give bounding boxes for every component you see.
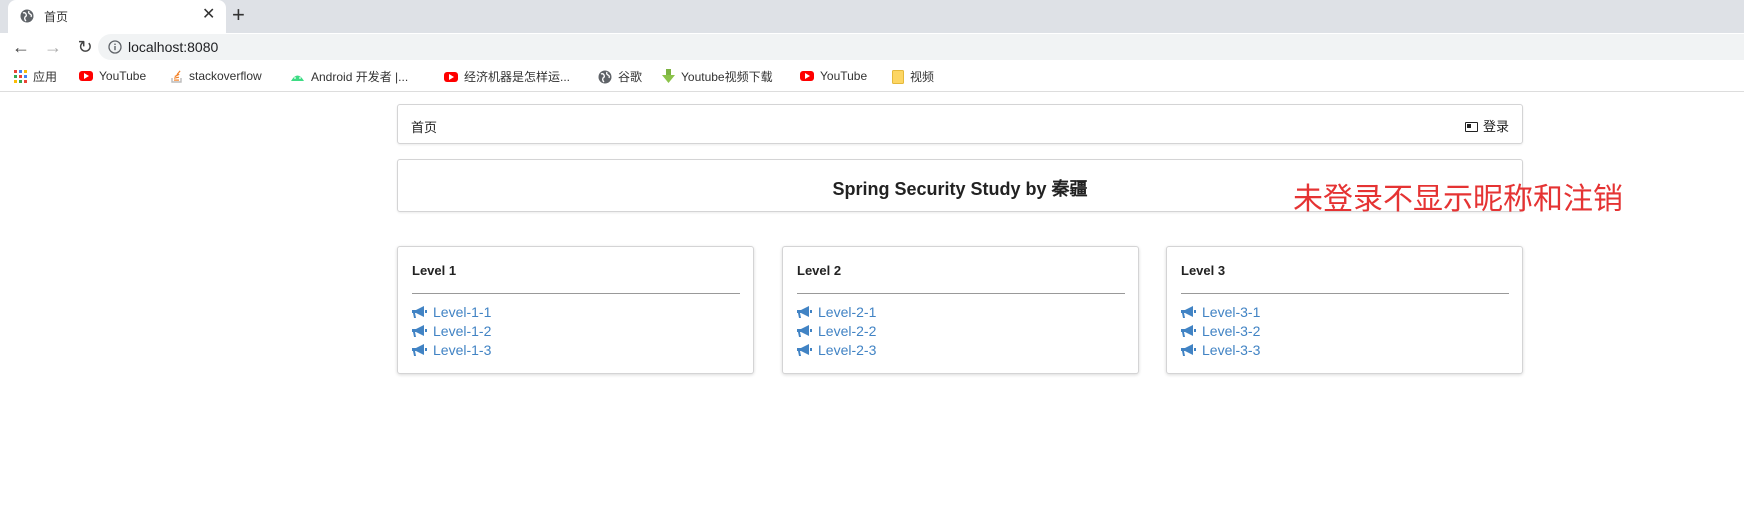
login-label: 登录 — [1482, 119, 1509, 134]
level-card-1: Level 1 Level-1-1 Level-1-2 Level-1-3 — [397, 246, 754, 374]
tab-close-icon[interactable]: ✕ — [202, 5, 215, 25]
bookmark-economy-video[interactable]: 经济机器是怎样运... — [444, 68, 570, 84]
apps-grid-icon — [14, 70, 27, 83]
bookmark-google[interactable]: 谷歌 — [598, 68, 642, 84]
bullhorn-icon — [1181, 306, 1196, 318]
card-title: Level 1 — [412, 263, 457, 278]
bullhorn-icon — [1181, 325, 1196, 337]
new-tab-button[interactable]: + — [232, 2, 245, 28]
tab-strip: 首页 ✕ + — [0, 0, 1744, 33]
youtube-icon — [444, 71, 458, 82]
bullhorn-icon — [412, 306, 427, 318]
level-card-3: Level 3 Level-3-1 Level-3-2 Level-3-3 — [1166, 246, 1523, 374]
info-icon[interactable] — [108, 40, 122, 54]
browser-tab[interactable]: 首页 ✕ — [8, 0, 226, 33]
bookmarks-bar: 应用 YouTube stackoverflow Android 开发者 |..… — [0, 61, 1744, 92]
level-card-2: Level 2 Level-2-1 Level-2-2 Level-2-3 — [782, 246, 1139, 374]
bookmark-android[interactable]: Android 开发者 |... — [290, 68, 408, 84]
globe-icon — [20, 9, 34, 23]
level-link[interactable]: Level-3-3 — [1181, 342, 1260, 361]
globe-icon — [598, 70, 612, 83]
level-link[interactable]: Level-1-3 — [412, 342, 491, 361]
download-icon — [662, 69, 675, 83]
browser-toolbar: ← → ↻ localhost:8080 — [0, 33, 1744, 61]
bullhorn-icon — [412, 325, 427, 337]
bullhorn-icon — [797, 344, 812, 356]
bookmark-videos-folder[interactable]: 视频 — [892, 68, 934, 84]
forward-button[interactable]: → — [42, 36, 64, 58]
bookmark-apps[interactable]: 应用 — [14, 68, 57, 84]
id-card-icon — [1464, 122, 1478, 132]
stackoverflow-icon — [171, 70, 182, 83]
card-title: Level 3 — [1181, 263, 1226, 278]
bookmark-youtube-2[interactable]: YouTube — [800, 68, 867, 84]
bullhorn-icon — [797, 325, 812, 337]
youtube-icon — [800, 70, 814, 81]
level-link[interactable]: Level-3-2 — [1181, 323, 1260, 342]
youtube-icon — [79, 70, 93, 81]
bullhorn-icon — [412, 344, 427, 356]
level-link[interactable]: Level-1-2 — [412, 323, 491, 342]
level-link[interactable]: Level-2-3 — [797, 342, 876, 361]
card-title: Level 2 — [797, 263, 842, 278]
level-link[interactable]: Level-2-1 — [797, 304, 876, 323]
bookmark-youtube-download[interactable]: Youtube视频下载 — [662, 68, 773, 84]
level-link[interactable]: Level-3-1 — [1181, 304, 1260, 323]
bullhorn-icon — [797, 306, 812, 318]
login-button[interactable]: 登录 — [1464, 116, 1509, 135]
level-link[interactable]: Level-1-1 — [412, 304, 491, 323]
folder-icon — [892, 69, 904, 84]
card-divider — [412, 293, 740, 294]
tab-title: 首页 — [44, 10, 69, 24]
nav-home-link[interactable]: 首页 — [411, 117, 437, 136]
url-text[interactable]: localhost:8080 — [128, 39, 218, 55]
card-divider — [797, 293, 1125, 294]
level-link[interactable]: Level-2-2 — [797, 323, 876, 342]
bookmark-stackoverflow[interactable]: stackoverflow — [171, 68, 262, 84]
bookmark-youtube[interactable]: YouTube — [79, 68, 146, 84]
annotation-text: 未登录不显示昵称和注销 — [1293, 182, 1623, 217]
site-navbar: 首页 登录 — [397, 104, 1523, 144]
android-icon — [291, 75, 304, 81]
bullhorn-icon — [1181, 344, 1196, 356]
card-divider — [1181, 293, 1509, 294]
back-button[interactable]: ← — [10, 36, 32, 58]
address-bar[interactable]: localhost:8080 — [98, 34, 1744, 60]
reload-button[interactable]: ↻ — [74, 36, 96, 58]
